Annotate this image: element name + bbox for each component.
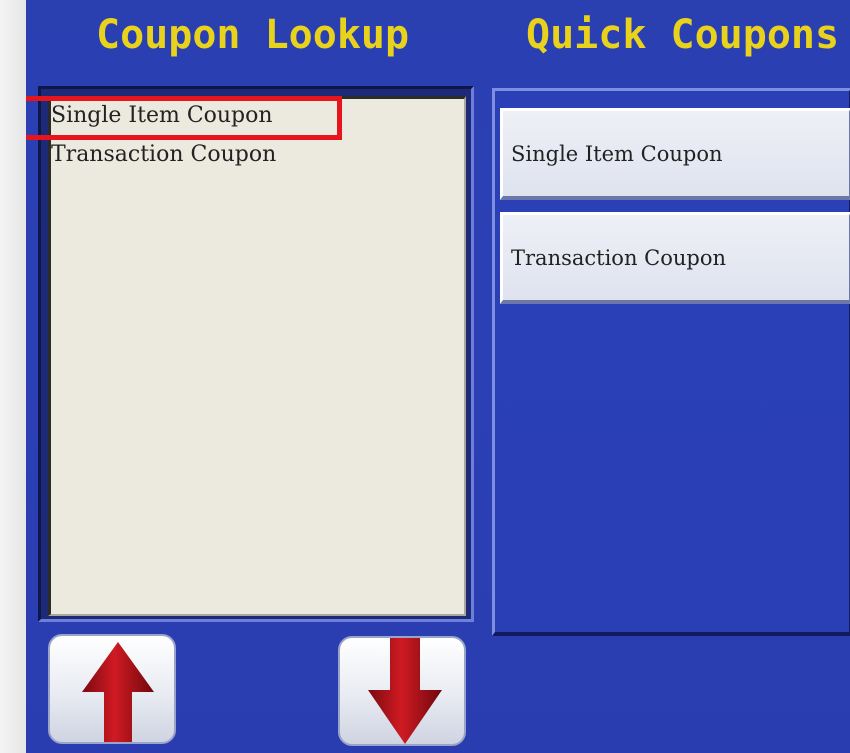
quick-coupons-title: Quick Coupons: [526, 12, 840, 58]
scroll-down-button[interactable]: [338, 636, 466, 746]
coupon-lookup-title: Coupon Lookup: [96, 12, 410, 58]
pos-screen: Coupon Lookup Quick Coupons Single Item …: [26, 0, 850, 753]
quick-coupon-single-item-button[interactable]: Single Item Coupon: [500, 108, 850, 200]
list-item-single-item-coupon[interactable]: Single Item Coupon: [51, 102, 273, 130]
list-item-transaction-coupon[interactable]: Transaction Coupon: [51, 141, 276, 169]
screen-bezel: [0, 0, 26, 753]
up-arrow-icon: [82, 642, 154, 742]
coupon-list[interactable]: Single Item Coupon Transaction Coupon: [48, 96, 466, 616]
quick-coupon-transaction-button[interactable]: Transaction Coupon: [500, 212, 850, 304]
scroll-up-button[interactable]: [48, 634, 176, 744]
down-arrow-icon: [368, 638, 442, 744]
